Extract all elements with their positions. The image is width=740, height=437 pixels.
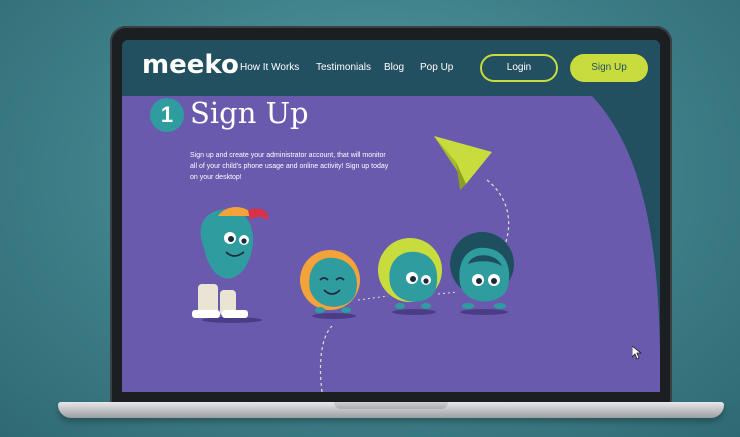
laptop-screen: meeko How It Works Testimonials Blog Pop… xyxy=(122,40,660,392)
paper-plane-icon xyxy=(434,136,492,190)
desktop-background: meeko How It Works Testimonials Blog Pop… xyxy=(0,0,740,437)
laptop-notch xyxy=(334,402,448,409)
tall-character xyxy=(192,207,269,323)
characters-illustration xyxy=(192,136,514,392)
orange-character xyxy=(300,250,360,319)
mouse-cursor-icon xyxy=(632,346,642,360)
dark-teal-character xyxy=(450,232,514,315)
lime-character xyxy=(378,238,442,315)
